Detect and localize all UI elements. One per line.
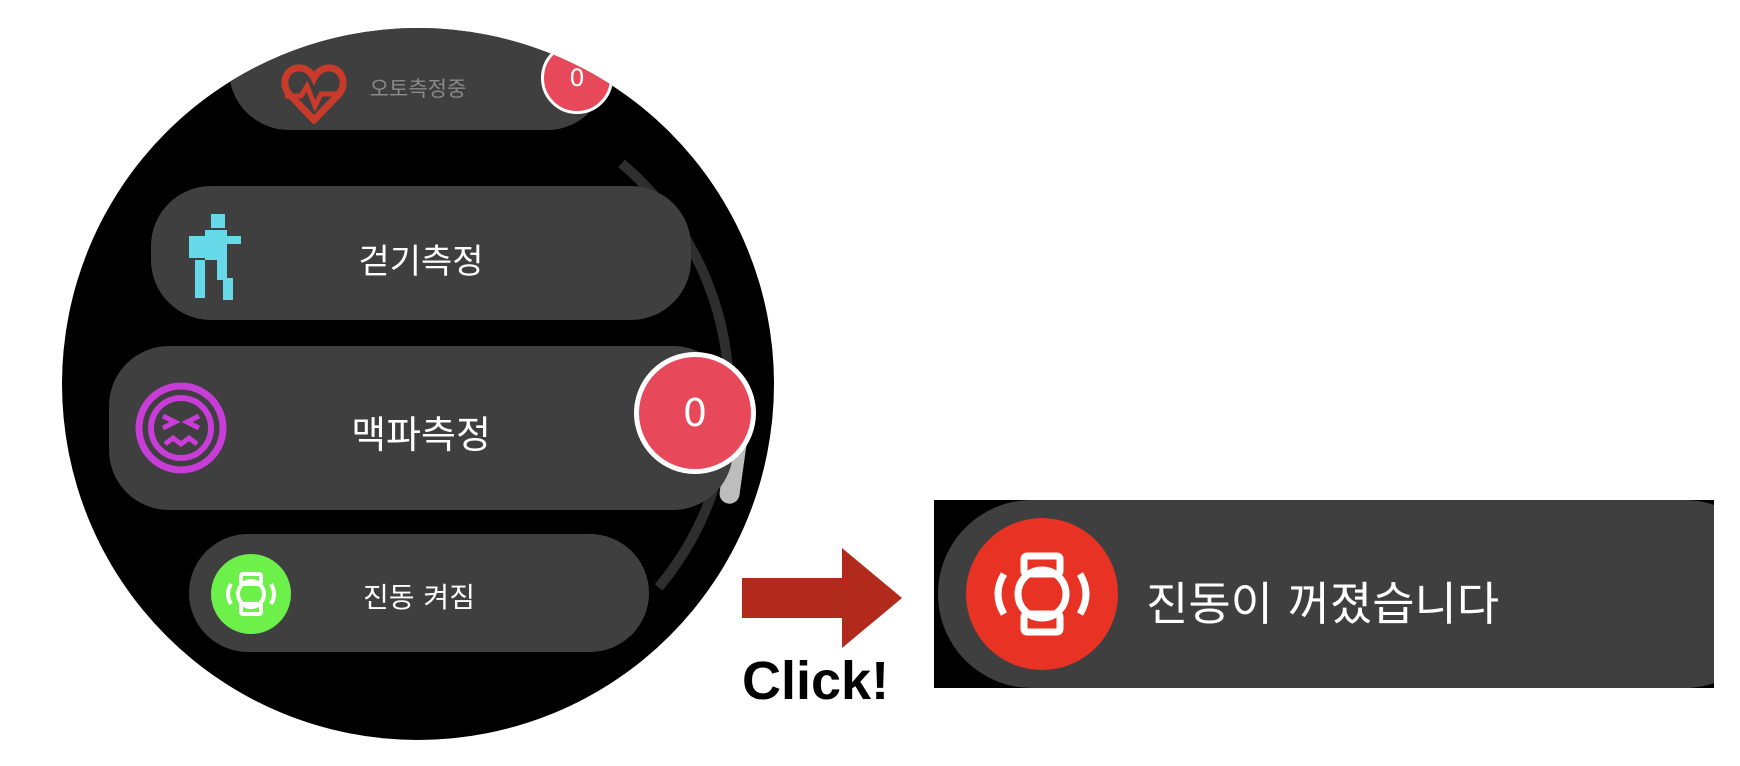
toast-pill: 진동이 꺼졌습니다 [938, 500, 1714, 688]
toast-message: 진동이 꺼졌습니다 [1146, 577, 1500, 631]
list-item-label: 진동 켜짐 [363, 581, 475, 614]
click-annotation: Click! [742, 651, 890, 711]
list-item-vibration-toggle[interactable]: 진동 켜짐 [189, 534, 649, 652]
count-badge: 0 [541, 42, 613, 114]
list-item-walk-measure[interactable]: 걷기측정 [151, 186, 691, 320]
list-item-label: 걷기측정 [358, 242, 484, 282]
arrow-right-icon [742, 548, 902, 648]
list-item-pulse-measure[interactable]: 맥파측정 0 [109, 346, 756, 510]
vibration-off-toast: 진동이 꺼졌습니다 [934, 500, 1714, 688]
count-badge: 0 [634, 352, 756, 474]
vibration-off-icon [994, 552, 1090, 636]
watch-screen: 오토측정중 0 걷기측정 맥파측정 0 진동 켜짐 [62, 28, 774, 740]
list-item-auto-measure[interactable]: 오토측정중 0 [229, 28, 613, 130]
